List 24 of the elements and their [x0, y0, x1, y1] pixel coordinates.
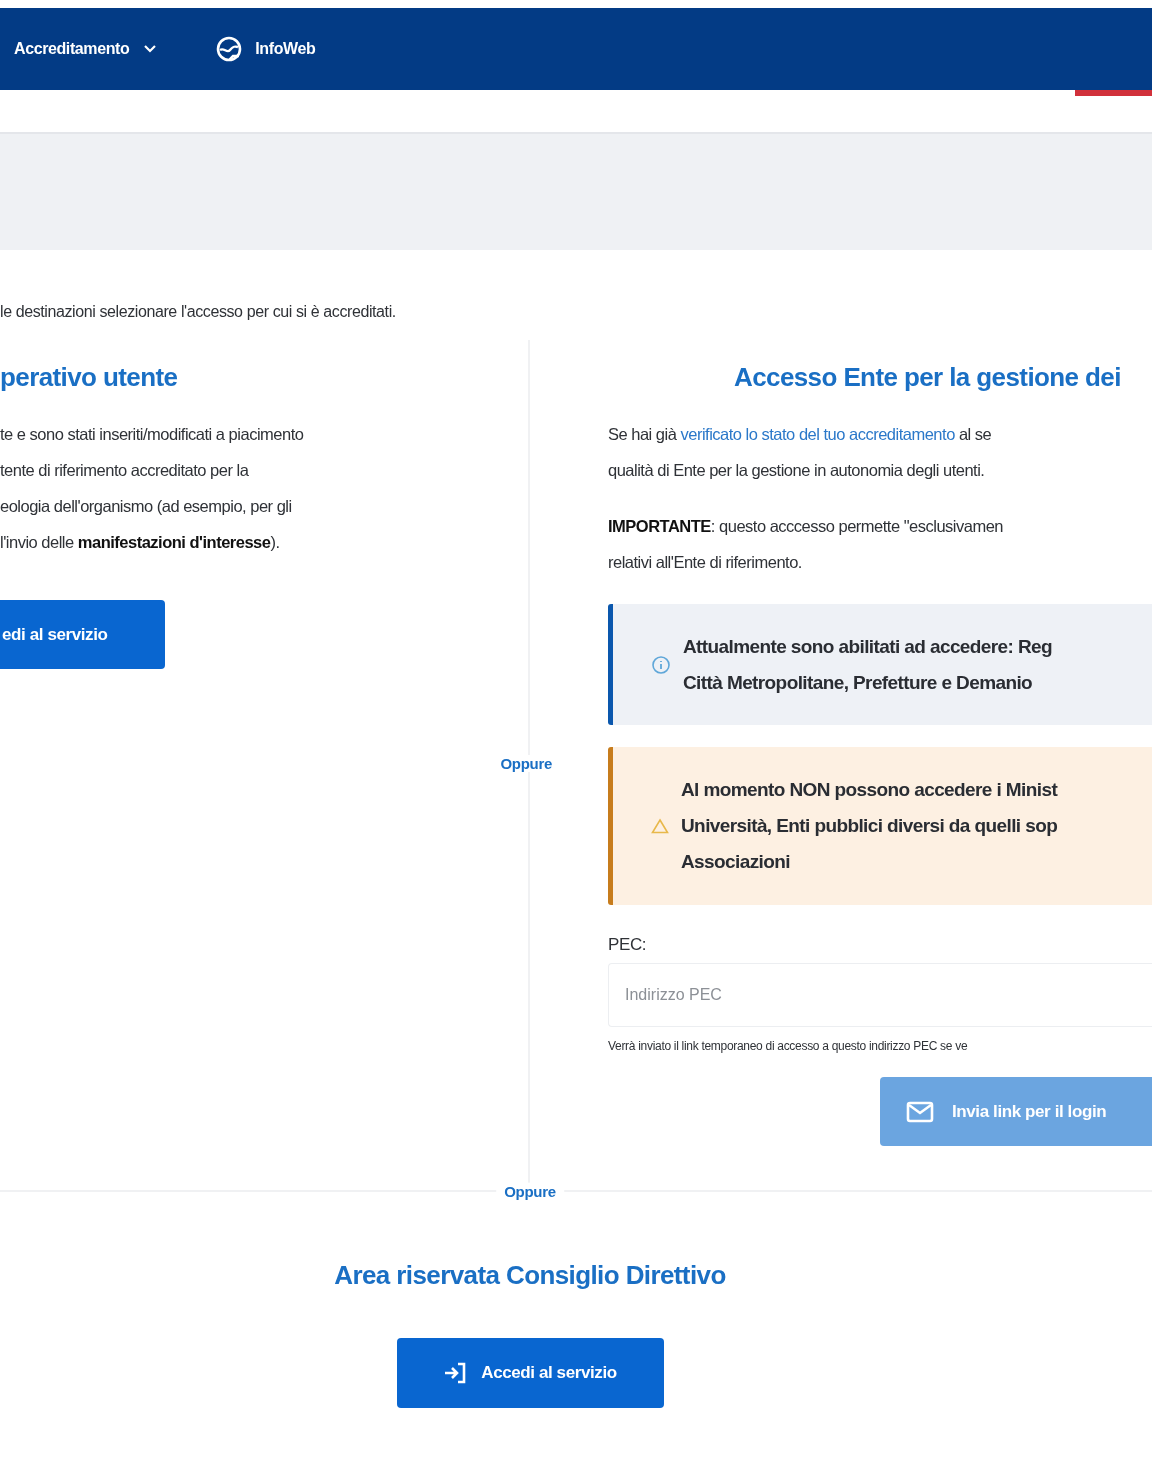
- field-label: PEC:: [608, 935, 648, 955]
- section-title: perativo utente: [0, 361, 179, 394]
- chevron-down-icon: [143, 44, 158, 54]
- section-title: Accesso Ente per la gestione dei: [733, 361, 1122, 394]
- info-icon: [651, 654, 671, 675]
- divider-label: Oppure: [496, 1182, 564, 1200]
- description-text: te e sono stati inseriti/modificati a piacimento tente di riferimento accreditato per la eologia dell'organismo (ad esempio, per gli l'invio delle manifestazioni d'interesse).: [0, 424, 305, 553]
- nav-dropdown[interactable]: Accreditamento: [14, 40, 158, 58]
- status-link[interactable]: verificato lo stato del tuo accreditamento: [680, 425, 955, 443]
- globe-icon: [215, 35, 244, 63]
- section-title: Area riservata Consiglio Direttivo: [334, 1259, 726, 1292]
- envelope-icon: [906, 1100, 934, 1123]
- alert-text: Al momento NON possono accedere i Minist Università, Enti pubblici diversi da quelli sop Associazioni: [681, 778, 1058, 874]
- alert-text: Attualmente sono abilitati ad accedere: Reg Città Metropolitane, Prefetture e Demanio: [683, 634, 1053, 695]
- intro-text: le destinazioni selezionare l'accesso per cui si è accreditati.: [0, 302, 397, 322]
- login-icon: [443, 1362, 468, 1384]
- hint-text: Verrà inviato il link temporaneo di accesso a questo indirizzo PEC se ve: [608, 1039, 969, 1053]
- description-text: Se hai già verificato lo stato del tuo accreditamento al se qualità di Ente per la gestione in autonomia degli utenti.: [608, 424, 993, 481]
- warning-icon: [651, 818, 669, 834]
- pec-input-field[interactable]: Indirizzo PEC: [608, 963, 1152, 1027]
- nav-link[interactable]: InfoWeb: [255, 40, 316, 58]
- important-text: IMPORTANTE: questo acccesso permette "esclusivamen relativi all'Ente di riferimento.: [608, 516, 1005, 573]
- access-button[interactable]: Accedi al servizio: [396, 1338, 664, 1408]
- access-button[interactable]: edi al servizio: [0, 600, 165, 669]
